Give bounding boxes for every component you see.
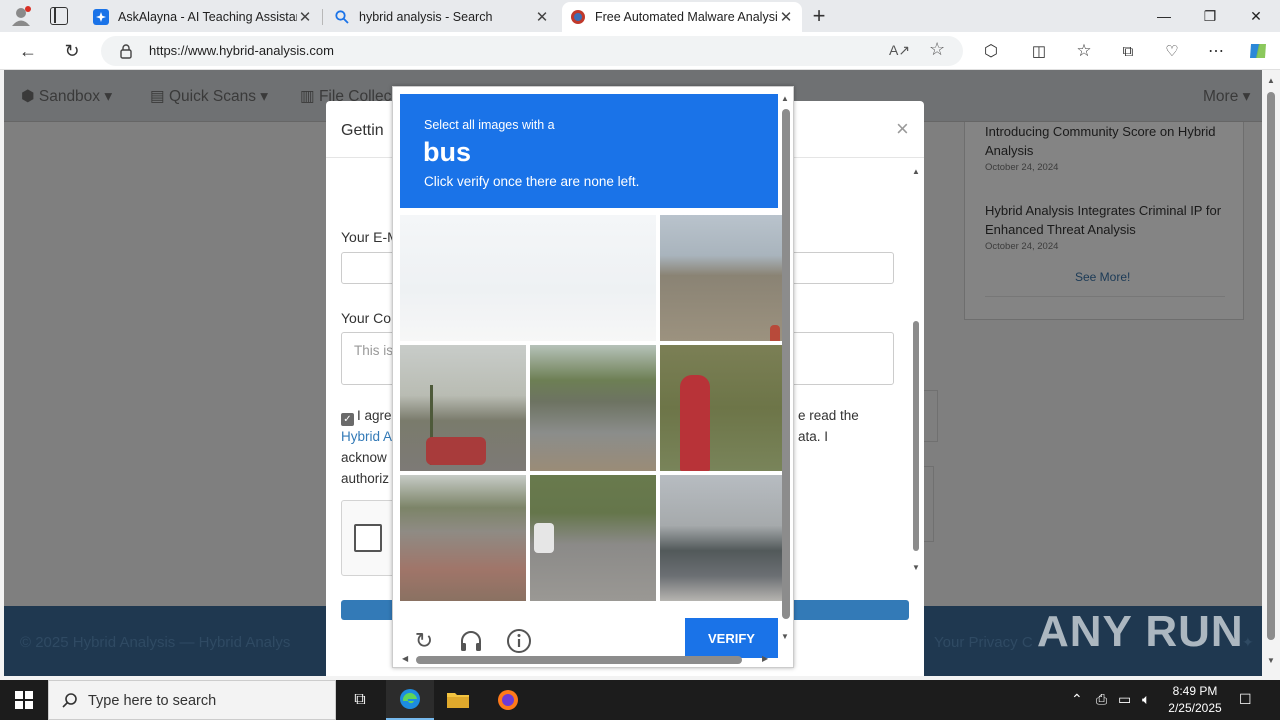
tab-title: hybrid analysis - Search [359, 10, 493, 24]
split-screen-icon[interactable]: ◫ [1025, 38, 1053, 64]
profile-icon[interactable] [10, 5, 32, 27]
minimize-button[interactable]: — [1141, 0, 1187, 32]
captcha-header: Select all images with a bus Click verif… [400, 94, 778, 208]
popup-vertical-scrollbar[interactable]: ▲ ▼ [780, 94, 792, 649]
close-window-button[interactable]: ✕ [1233, 0, 1279, 32]
more-menu-icon[interactable]: ⋯ [1202, 38, 1230, 64]
info-icon[interactable] [506, 628, 532, 654]
file-explorer-icon[interactable] [434, 680, 482, 720]
captcha-tile-image[interactable] [400, 475, 526, 601]
browser-scrollbar[interactable]: ▲ ▼ [1262, 70, 1280, 676]
search-icon [334, 9, 350, 25]
collections-icon[interactable]: ⧉ [1114, 38, 1142, 64]
twitter-icon[interactable]: ✦ [1242, 634, 1254, 651]
captcha-instruction: Select all images with a [424, 118, 555, 132]
notifications-icon[interactable]: ☐ [1239, 691, 1252, 708]
refresh-button[interactable]: ↻ [58, 38, 86, 64]
firefox-icon[interactable] [484, 680, 532, 720]
browser-essentials-icon[interactable]: ♡ [1158, 38, 1186, 64]
footer-privacy-link[interactable]: Your Privacy C [934, 634, 1033, 651]
popup-horizontal-scrollbar[interactable]: ◀ ▶ [400, 654, 774, 666]
windows-taskbar: Type here to search ⧉ ⌃ ⎙ ▭ 🔈︎ 8:49 PM 2… [0, 680, 1280, 720]
news-date: October 24, 2024 [985, 241, 1059, 252]
cube-icon: ⬢ [21, 88, 35, 105]
system-clock[interactable]: 8:49 PM 2/25/2025 [1163, 683, 1227, 717]
volume-icon[interactable]: 🔈︎ [1142, 691, 1150, 708]
taskbar-search-placeholder: Type here to search [88, 693, 217, 709]
tab-askalayna[interactable]: AskAlayna - AI Teaching Assistan ✕ [85, 2, 321, 32]
news-headline[interactable]: Introducing Community Score on Hybrid An… [985, 122, 1225, 160]
captcha-tile-image[interactable] [660, 475, 786, 601]
favorite-star-icon[interactable]: ☆ [929, 39, 945, 60]
modal-title: Gettin [341, 122, 384, 139]
captcha-tile-image[interactable] [400, 215, 656, 341]
nav-quick-scans[interactable]: ▤ Quick Scans ▾ [150, 87, 268, 106]
agree-checkbox[interactable]: ✓ [341, 413, 354, 426]
hybrid-analysis-icon [570, 9, 586, 25]
tab-actions-icon[interactable] [50, 7, 68, 25]
tab-title: AskAlayna - AI Teaching Assistan [118, 10, 297, 24]
nav-more[interactable]: More ▾ [1203, 87, 1250, 106]
anyrun-watermark: ANY RUN [1037, 607, 1244, 656]
modal-close-icon[interactable]: × [896, 116, 909, 142]
captcha-tile-image[interactable] [660, 345, 786, 471]
address-bar[interactable]: https://www.hybrid-analysis.com A↗ ☆ [101, 36, 963, 66]
network-icon[interactable]: ▭ [1118, 691, 1131, 708]
captcha-hint: Click verify once there are none left. [424, 174, 640, 189]
tab-close-icon[interactable]: ✕ [534, 8, 550, 26]
taskbar-search-box[interactable]: Type here to search [48, 680, 336, 720]
address-bar-row: ← ↻ https://www.hybrid-analysis.com A↗ ☆… [0, 32, 1280, 70]
footer-copyright: © 2025 Hybrid Analysis — Hybrid Analys [20, 634, 291, 651]
tab-close-icon[interactable]: ✕ [297, 8, 313, 26]
tab-strip: AskAlayna - AI Teaching Assistan ✕ hybri… [0, 0, 1280, 32]
captcha-challenge-popup: Select all images with a bus Click verif… [392, 86, 794, 668]
comment-label: Your Co [341, 310, 392, 326]
new-tab-button[interactable]: + [808, 3, 830, 29]
task-view-icon[interactable]: ⧉ [336, 680, 384, 720]
news-item[interactable]: Hybrid Analysis Integrates Criminal IP f… [985, 201, 1225, 252]
captcha-checkbox[interactable] [354, 524, 382, 552]
news-date: October 24, 2024 [985, 162, 1059, 173]
tab-title: Free Automated Malware Analysi [595, 10, 778, 24]
captcha-tile-image[interactable] [660, 215, 786, 341]
tab-separator [322, 9, 323, 25]
edge-taskbar-icon[interactable] [386, 680, 434, 720]
url-text: https://www.hybrid-analysis.com [149, 43, 334, 58]
tab-hybrid-analysis[interactable]: Free Automated Malware Analysi ✕ [562, 2, 802, 32]
askalayna-icon [93, 9, 109, 25]
reload-icon[interactable]: ↻ [411, 628, 437, 654]
captcha-target: bus [423, 137, 472, 167]
restore-button[interactable]: ❐ [1187, 0, 1233, 32]
news-card: Introducing Community Score on Hybrid An… [964, 122, 1244, 320]
captcha-tile-image[interactable] [530, 345, 656, 471]
comment-placeholder: This is [354, 343, 394, 358]
see-more-link[interactable]: See More! [1075, 270, 1130, 284]
nav-sandbox[interactable]: ⬢ Sandbox ▾ [21, 87, 112, 106]
usb-icon[interactable]: ⎙ [1096, 691, 1107, 708]
extensions-icon[interactable]: ⬡ [977, 38, 1005, 64]
lock-icon[interactable] [119, 43, 133, 59]
file-icon: ▤ [150, 88, 165, 105]
tab-search[interactable]: hybrid analysis - Search ✕ [326, 2, 558, 32]
copilot-icon[interactable] [1244, 38, 1272, 64]
verify-button[interactable]: VERIFY [685, 618, 778, 658]
favorites-icon[interactable]: ☆ [1070, 38, 1098, 64]
news-headline[interactable]: Hybrid Analysis Integrates Criminal IP f… [985, 201, 1225, 239]
captcha-tile-image[interactable] [530, 475, 656, 601]
show-hidden-icons[interactable]: ⌃ [1071, 691, 1083, 708]
modal-scrollbar[interactable]: ▲ ▼ [910, 161, 922, 575]
start-button[interactable] [0, 680, 48, 720]
tab-close-icon[interactable]: ✕ [778, 8, 794, 26]
audio-icon[interactable] [458, 628, 484, 654]
search-icon [61, 692, 79, 715]
back-button[interactable]: ← [14, 38, 42, 64]
news-item[interactable]: Introducing Community Score on Hybrid An… [985, 122, 1225, 173]
email-label: Your E-M [341, 229, 399, 245]
read-aloud-icon[interactable]: A↗ [889, 42, 910, 59]
files-icon: ▥ [300, 88, 315, 105]
captcha-tile-image[interactable] [400, 345, 526, 471]
terms-link[interactable]: Hybrid A [341, 429, 392, 444]
